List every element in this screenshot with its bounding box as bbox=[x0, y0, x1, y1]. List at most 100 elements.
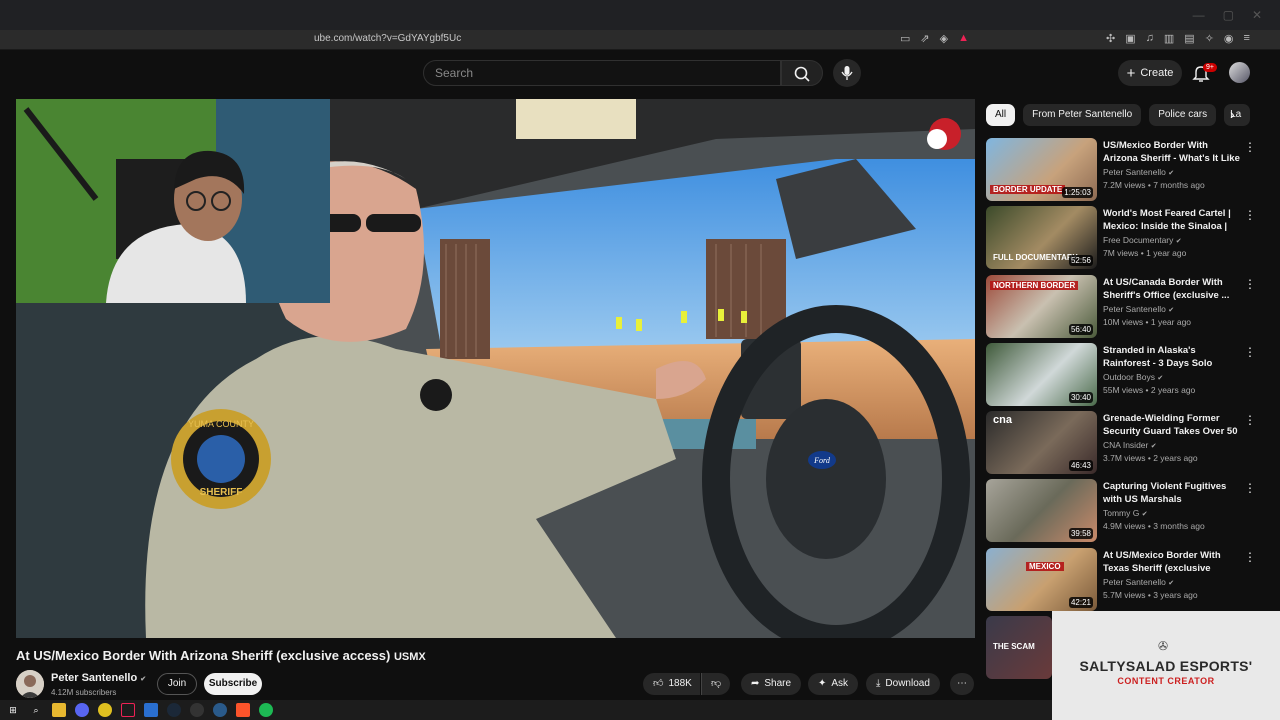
address-bar[interactable]: ube.com/watch?v=GdYAYgbf5Uc ▭ ⇗ ◈ ▲ ✣ ▣ … bbox=[0, 30, 1280, 50]
recommendation-item[interactable]: cna 46:43 Grenade-Wielding Former Securi… bbox=[986, 411, 1266, 479]
file-explorer-icon[interactable] bbox=[52, 703, 66, 717]
app-icon-pink[interactable] bbox=[121, 703, 135, 717]
account-avatar[interactable] bbox=[1229, 62, 1250, 83]
leo-icon[interactable]: ✧ bbox=[1205, 32, 1214, 45]
voice-search-button[interactable] bbox=[833, 59, 861, 87]
join-button[interactable]: Join bbox=[157, 673, 197, 695]
recommendations-list: BORDER UPDATE 1:25:03 US/Mexico Border W… bbox=[986, 138, 1266, 684]
recommendation-item[interactable]: BORDER UPDATE 1:25:03 US/Mexico Border W… bbox=[986, 138, 1266, 206]
cast-icon[interactable]: ▭ bbox=[900, 32, 910, 45]
more-vert-icon[interactable]: ⋮ bbox=[1244, 550, 1256, 564]
verified-icon: ✔ bbox=[1175, 238, 1182, 246]
notifications-badge: 9+ bbox=[1203, 63, 1217, 72]
recommendation-item[interactable]: MEXICO 42:21 At US/Mexico Border With Te… bbox=[986, 547, 1266, 616]
create-button[interactable]: + Create bbox=[1118, 60, 1182, 86]
recommendation-channel[interactable]: Outdoor Boys ✔ bbox=[1103, 372, 1163, 382]
recommendation-item[interactable]: NORTHERN BORDER 56:40 At US/Canada Borde… bbox=[986, 274, 1266, 343]
download-label: Download bbox=[885, 678, 930, 689]
recommendation-title[interactable]: Grenade-Wielding Former Security Guard T… bbox=[1103, 412, 1241, 439]
chevron-right-icon[interactable]: › bbox=[1230, 106, 1235, 122]
ask-button[interactable]: ✦ Ask bbox=[808, 673, 859, 695]
ask-label: Ask bbox=[831, 678, 849, 689]
app-icon-yellow[interactable] bbox=[98, 703, 112, 717]
windows-start-icon[interactable]: ⊞ bbox=[6, 703, 20, 717]
share-page-icon[interactable]: ⇗ bbox=[920, 32, 929, 45]
steam-icon[interactable] bbox=[167, 703, 181, 717]
sidebar-icon[interactable]: ▥ bbox=[1164, 32, 1174, 45]
vpn-icon[interactable]: ◉ bbox=[1224, 32, 1234, 45]
more-horiz-icon: ⋯ bbox=[957, 678, 967, 689]
more-vert-icon[interactable]: ⋮ bbox=[1244, 140, 1256, 154]
recommendation-item[interactable]: FULL DOCUMENTARY 52:56 World's Most Fear… bbox=[986, 206, 1266, 274]
wallet-icon[interactable]: ▤ bbox=[1184, 32, 1194, 45]
more-vert-icon[interactable]: ⋮ bbox=[1244, 481, 1256, 495]
more-vert-icon[interactable]: ⋮ bbox=[1244, 208, 1256, 222]
channel-name[interactable]: Peter Santenello ✔ bbox=[51, 672, 146, 684]
brave-icon[interactable] bbox=[236, 703, 250, 717]
like-button[interactable]: 👍︎ 188K bbox=[643, 673, 700, 695]
more-vert-icon[interactable]: ⋮ bbox=[1244, 277, 1256, 291]
thumbnail[interactable]: 30:40 bbox=[986, 342, 1097, 406]
video-hashtag[interactable]: USMX bbox=[394, 651, 426, 663]
recommendation-channel[interactable]: Peter Santenello ✔ bbox=[1103, 577, 1174, 587]
recommendation-channel[interactable]: Peter Santenello ✔ bbox=[1103, 304, 1174, 314]
obs-icon[interactable] bbox=[190, 703, 204, 717]
minimize-icon[interactable]: — bbox=[1193, 8, 1205, 22]
recommendation-title[interactable]: World's Most Feared Cartel | Mexico: Ins… bbox=[1103, 207, 1241, 234]
more-actions-button[interactable]: ⋯ bbox=[950, 673, 974, 695]
thumbnail[interactable]: THE SCAM bbox=[986, 616, 1052, 680]
recommendation-channel[interactable]: Tommy G ✔ bbox=[1103, 508, 1148, 518]
chip-police-cars[interactable]: Police cars bbox=[1149, 104, 1217, 126]
download-button[interactable]: ⤓ Download bbox=[866, 673, 940, 695]
maximize-icon[interactable]: ▢ bbox=[1223, 8, 1234, 22]
more-vert-icon[interactable]: ⋮ bbox=[1244, 345, 1256, 359]
recommendation-channel[interactable]: CNA Insider ✔ bbox=[1103, 440, 1157, 450]
recommendation-title[interactable]: Capturing Violent Fugitives with US Mars… bbox=[1103, 480, 1241, 506]
close-icon[interactable]: ✕ bbox=[1252, 8, 1262, 22]
thumbnail[interactable]: cna 46:43 bbox=[986, 411, 1097, 475]
subscribe-button[interactable]: Subscribe bbox=[204, 673, 262, 695]
spotify-icon[interactable] bbox=[259, 703, 273, 717]
recommendation-item[interactable]: 30:40 Stranded in Alaska's Rainforest - … bbox=[986, 342, 1266, 411]
thumbnail[interactable]: 39:58 bbox=[986, 479, 1097, 543]
recommendation-meta: 3.7M views • 2 years ago bbox=[1103, 453, 1198, 464]
search-input[interactable]: Search bbox=[423, 60, 781, 86]
recommendation-title[interactable]: At US/Canada Border With Sheriff's Offic… bbox=[1103, 276, 1241, 302]
thumbnail[interactable]: NORTHERN BORDER 56:40 bbox=[986, 274, 1097, 338]
app-icon-blue[interactable] bbox=[144, 703, 158, 717]
chip-from-channel[interactable]: From Peter Santenello bbox=[1023, 104, 1142, 126]
screenshot-icon[interactable]: ▣ bbox=[1125, 32, 1135, 45]
channel-avatar[interactable] bbox=[16, 670, 44, 698]
steam-alt-icon[interactable] bbox=[213, 703, 227, 717]
thumbnail[interactable]: BORDER UPDATE 1:25:03 bbox=[986, 138, 1097, 201]
recommendation-title[interactable]: Stranded in Alaska's Rainforest - 3 Days… bbox=[1103, 344, 1241, 371]
recommendation-channel[interactable]: Free Documentary ✔ bbox=[1103, 235, 1182, 245]
puzzle-icon[interactable]: ✣ bbox=[1106, 32, 1115, 45]
duration-badge: 1:25:03 bbox=[1062, 187, 1093, 198]
window-controls: — ▢ ✕ bbox=[1193, 8, 1262, 22]
chip-all[interactable]: All bbox=[986, 104, 1016, 126]
search-button[interactable] bbox=[781, 60, 823, 86]
url-text[interactable]: ube.com/watch?v=GdYAYgbf5Uc bbox=[314, 33, 461, 44]
os-taskbar: ⊞ ⌕ bbox=[0, 700, 1052, 720]
verified-icon: ✔ bbox=[1168, 306, 1175, 314]
recommendation-item[interactable]: 39:58 Capturing Violent Fugitives with U… bbox=[986, 479, 1266, 547]
dislike-button[interactable]: 👎︎ bbox=[701, 673, 731, 695]
rewards-icon[interactable]: ▲ bbox=[958, 32, 969, 45]
menu-icon[interactable]: ≡ bbox=[1244, 32, 1250, 45]
shield-icon[interactable]: ◈ bbox=[940, 32, 948, 45]
discord-icon[interactable] bbox=[75, 703, 89, 717]
more-vert-icon[interactable]: ⋮ bbox=[1244, 413, 1256, 427]
recommendation-channel[interactable]: Peter Santenello ✔ bbox=[1103, 167, 1174, 177]
music-icon[interactable]: ♫ bbox=[1146, 32, 1154, 45]
chip-partial[interactable]: La bbox=[1224, 104, 1251, 126]
share-button[interactable]: ➦ Share bbox=[741, 673, 802, 695]
share-label: Share bbox=[764, 678, 792, 689]
taskbar-search-icon[interactable]: ⌕ bbox=[29, 703, 43, 717]
video-player[interactable]: YUMA COUNTY SHERIFF Ford bbox=[16, 99, 975, 638]
thumbnail[interactable]: MEXICO 42:21 bbox=[986, 547, 1097, 611]
recommendation-title[interactable]: At US/Mexico Border With Texas Sheriff (… bbox=[1103, 549, 1241, 576]
streamer-webcam-overlay bbox=[16, 99, 330, 303]
thumbnail[interactable]: FULL DOCUMENTARY 52:56 bbox=[986, 206, 1097, 270]
recommendation-title[interactable]: US/Mexico Border With Arizona Sheriff - … bbox=[1103, 139, 1241, 166]
